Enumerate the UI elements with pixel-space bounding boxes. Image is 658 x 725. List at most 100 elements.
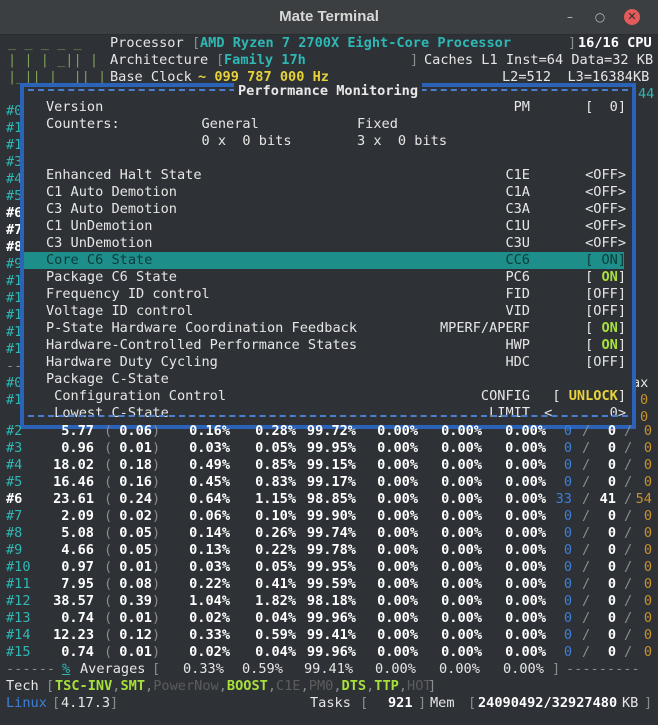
- temp-cur: 0: [607, 610, 616, 626]
- cpu-c7: 0.00%: [441, 474, 482, 490]
- cpu-freq: 2.09: [61, 508, 94, 524]
- setting-value[interactable]: [OFF]: [585, 286, 626, 302]
- setting-value[interactable]: [OFF]: [585, 354, 626, 370]
- cpu-c8: 0.00%: [505, 576, 546, 592]
- avg-c3: 99.41%: [304, 661, 354, 677]
- cpu-c0: 0.03%: [189, 440, 230, 456]
- temp-sep: /: [624, 559, 633, 575]
- temp-max: 0: [643, 474, 652, 490]
- setting-label: Voltage ID control: [46, 303, 194, 319]
- cpu-c8: 0.00%: [505, 644, 546, 660]
- cpu-c3: 99.90%: [306, 508, 356, 524]
- cpu-c8: 0.00%: [505, 423, 546, 439]
- temp-min: 33: [555, 491, 572, 507]
- temp-max: 0: [643, 542, 652, 558]
- setting-value[interactable]: [ ON]: [585, 269, 626, 285]
- minimize-button[interactable]: –: [562, 9, 578, 25]
- cpu-c6: 0.00%: [377, 457, 418, 473]
- cpu-c1: 0.59%: [255, 627, 296, 643]
- setting-label: Package C6 State: [46, 269, 177, 285]
- paren-close: ): [152, 610, 161, 626]
- window-title: Mate Terminal: [279, 8, 379, 25]
- temp-sep: /: [624, 644, 633, 660]
- cpu-c0: 0.02%: [189, 644, 230, 660]
- cpu-freq: 7.95: [61, 576, 94, 592]
- setting-value[interactable]: [OFF]: [585, 303, 626, 319]
- setting-value[interactable]: <OFF>: [585, 235, 626, 251]
- paren-close: ): [152, 525, 161, 541]
- temp-cur: 0: [607, 576, 616, 592]
- cpu-c0: 0.45%: [189, 474, 230, 490]
- setting-value[interactable]: <OFF>: [585, 167, 626, 183]
- cpu-c3: 99.74%: [306, 525, 356, 541]
- cpu-id: #10: [6, 559, 31, 575]
- setting-value[interactable]: [ UNLOCK]: [552, 388, 626, 404]
- paren-open: (: [104, 627, 113, 643]
- performance-monitoring-dialog[interactable]: Performance Monitoring Version PM [ 0] Coun…: [20, 83, 636, 429]
- avg-bracket-close: ]: [552, 661, 561, 677]
- cpu-c1: 0.04%: [255, 610, 296, 626]
- cpu-c3: 99.96%: [306, 644, 356, 660]
- percent-toggle[interactable]: %: [62, 661, 70, 677]
- setting-label: 0 x 0 bits 3 x 0 bits: [46, 133, 448, 149]
- cpu-freq: 0.96: [61, 440, 94, 456]
- setting-label: C1 Auto Demotion: [46, 184, 177, 200]
- kernel-version: 4.17.3: [61, 695, 111, 711]
- setting-code: C1E: [505, 167, 530, 183]
- temp-cur: 0: [607, 593, 616, 609]
- setting-value[interactable]: <OFF>: [585, 201, 626, 217]
- cpu-c6: 0.00%: [377, 593, 418, 609]
- setting-value[interactable]: [ ON]: [585, 337, 626, 353]
- cpu-c7: 0.00%: [441, 440, 482, 456]
- cpu-freq: 0.74: [61, 610, 94, 626]
- setting-code: C3A: [505, 201, 530, 217]
- cpu-c1: 0.41%: [255, 576, 296, 592]
- cpu-c6: 0.00%: [377, 440, 418, 456]
- cpu-c3: 99.72%: [306, 423, 356, 439]
- paren-open: (: [104, 423, 113, 439]
- cpu-c7: 0.00%: [441, 627, 482, 643]
- terminal-area[interactable]: _ _ _ _ _ | | | _|| | |_||_| _||_| Proce…: [0, 35, 658, 725]
- cpu-c8: 0.00%: [505, 525, 546, 541]
- terminal-window: Mate Terminal – ○ ✕ _ _ _ _ _ | | | _|| …: [0, 0, 658, 725]
- paren-close: ): [152, 593, 161, 609]
- cpu-c7: 0.00%: [441, 644, 482, 660]
- setting-value[interactable]: <OFF>: [585, 184, 626, 200]
- temp-cur: 41: [599, 491, 616, 507]
- temp-sep: /: [582, 491, 591, 507]
- setting-code: HDC: [505, 354, 530, 370]
- temp-min: 0: [563, 457, 572, 473]
- paren-close: ): [152, 627, 161, 643]
- close-button[interactable]: ✕: [624, 9, 640, 25]
- logo-line-1: _ _ _ _ _: [8, 35, 82, 51]
- tech-item-powernow: PowerNow: [153, 678, 219, 694]
- temp-max: 0: [643, 559, 652, 575]
- setting-value[interactable]: < 0>: [544, 405, 626, 421]
- temp-sep: /: [624, 610, 633, 626]
- temp-min: 0: [563, 627, 572, 643]
- temp-min: 0: [563, 423, 572, 439]
- setting-value[interactable]: [ ON]: [585, 252, 626, 268]
- avg-c7: 0.00%: [439, 661, 480, 677]
- cpu-c7: 0.00%: [441, 576, 482, 592]
- cpu-ratio: 0.12: [119, 627, 152, 643]
- setting-value[interactable]: <OFF>: [585, 218, 626, 234]
- averages-dashes-left: ------: [6, 661, 56, 677]
- cpu-c6: 0.00%: [377, 559, 418, 575]
- temp-min: 0: [563, 508, 572, 524]
- cpu-ratio: 0.01: [119, 610, 152, 626]
- temp-max: 0: [643, 576, 652, 592]
- cpu-c0: 0.16%: [189, 423, 230, 439]
- paren-open: (: [104, 491, 113, 507]
- tech-item-pm0: PM0: [308, 678, 334, 694]
- cpu-c6: 0.00%: [377, 525, 418, 541]
- temp-min: 0: [563, 559, 572, 575]
- cpu-c8: 0.00%: [505, 610, 546, 626]
- setting-value[interactable]: [ ON]: [585, 320, 626, 336]
- tech-separator: ,: [300, 678, 309, 694]
- maximize-button[interactable]: ○: [592, 9, 608, 25]
- setting-value[interactable]: [ 0]: [585, 99, 626, 115]
- temp-max: 0: [643, 627, 652, 643]
- paren-open: (: [104, 457, 113, 473]
- temp-cur: 0: [607, 542, 616, 558]
